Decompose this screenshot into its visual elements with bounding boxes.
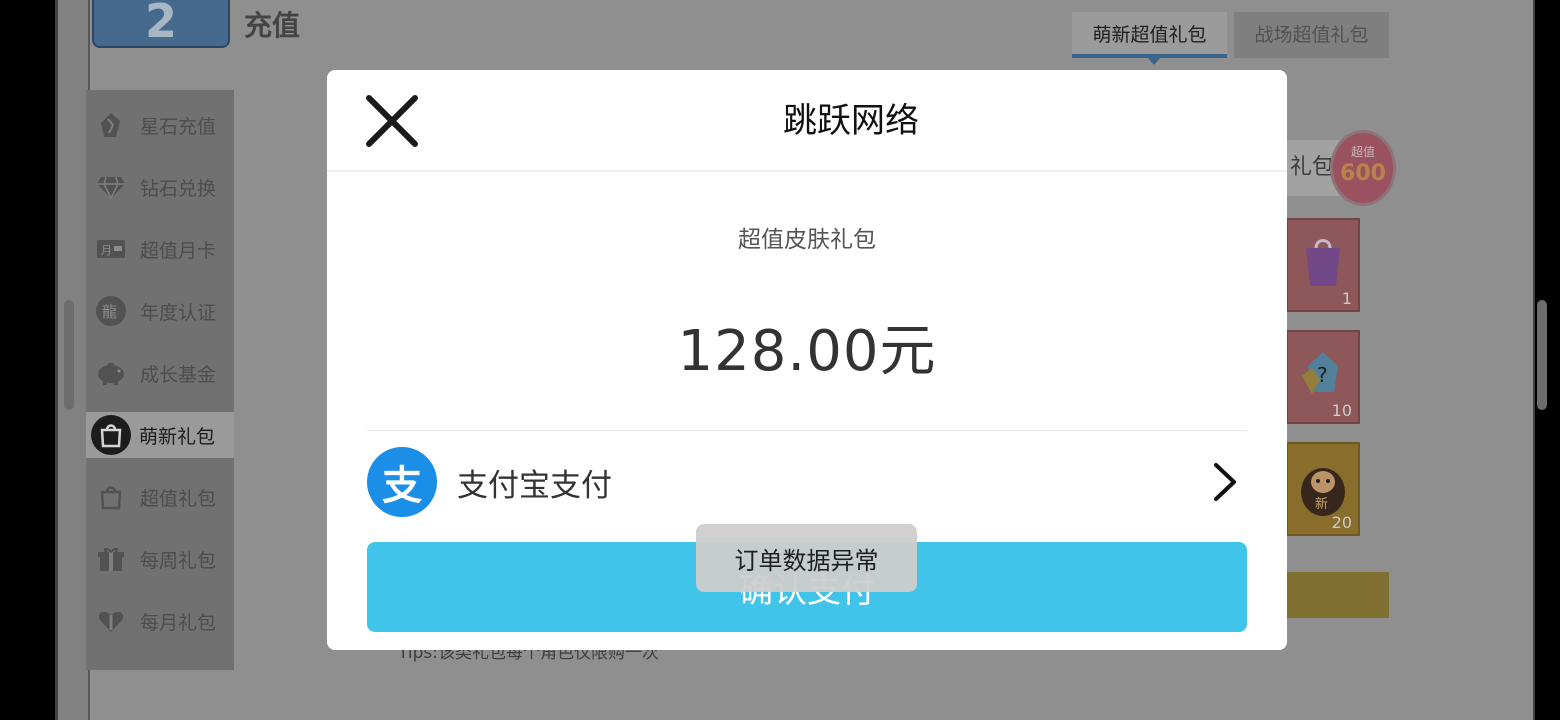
alipay-icon: 支 <box>367 447 437 517</box>
close-button[interactable] <box>363 92 421 150</box>
error-toast: 订单数据异常 <box>696 524 917 592</box>
dialog-title: 跳跃网络 <box>783 101 919 141</box>
dialog-header: 跳跃网络 <box>327 70 1287 172</box>
payment-method-selector[interactable]: 支 支付宝支付 <box>367 446 1247 518</box>
price-amount: 128.00元 <box>677 319 937 384</box>
product-name: 超值皮肤礼包 <box>738 227 876 253</box>
close-icon <box>366 95 418 147</box>
divider <box>367 430 1247 431</box>
chevron-right-icon <box>1203 460 1247 504</box>
game-screen: 2 充值 萌新超值礼包 战场超值礼包 星石充值 钻石兑换 月 超值月卡 龍 年度… <box>0 0 1560 720</box>
payment-method-label: 支付宝支付 <box>457 467 612 504</box>
